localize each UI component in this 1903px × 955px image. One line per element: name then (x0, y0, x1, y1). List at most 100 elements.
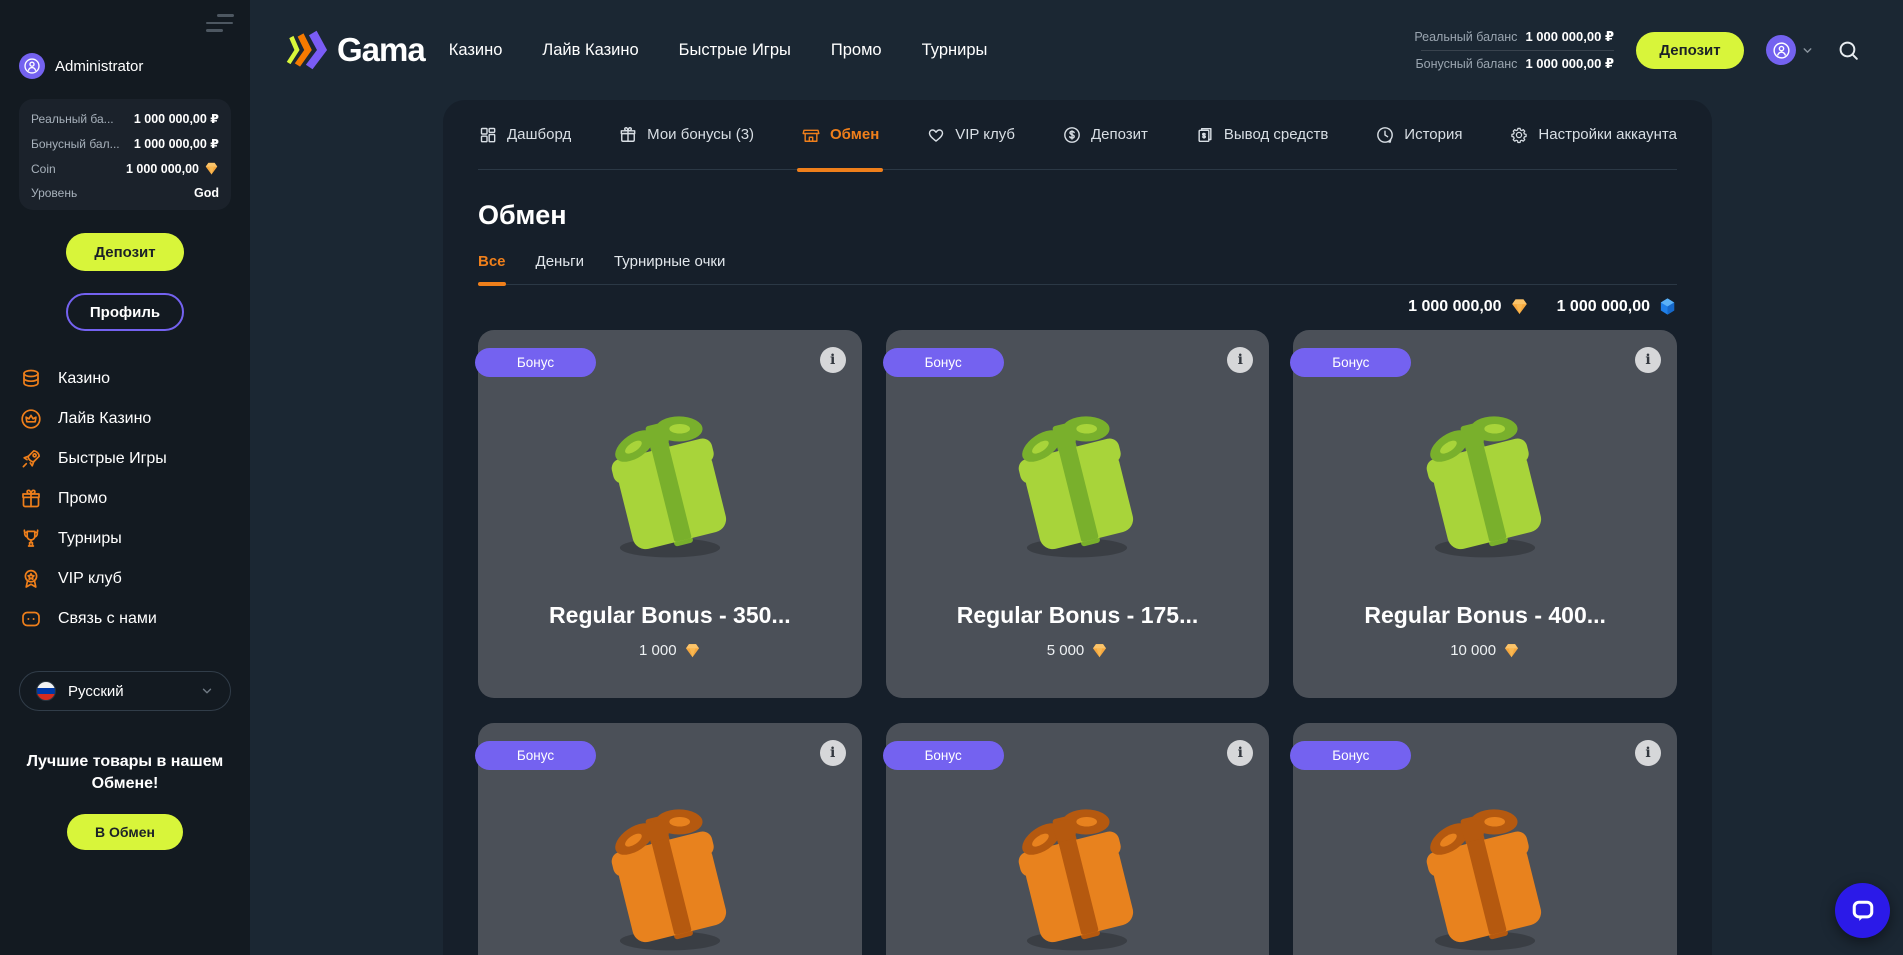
history-icon (1375, 125, 1395, 145)
tab-label: Вывод средств (1224, 126, 1328, 143)
bonus-card[interactable]: Бонус i (478, 723, 862, 955)
info-icon[interactable]: i (1227, 347, 1253, 373)
tab-label: Дашборд (507, 126, 571, 143)
bonus-price: 5 000 (1047, 642, 1109, 659)
orange-gem-icon (684, 642, 701, 659)
tab-withdraw[interactable]: Вывод средств (1195, 100, 1328, 170)
search-icon[interactable] (1836, 37, 1862, 63)
gift-box-image (1401, 402, 1569, 564)
tab-heart[interactable]: VIP клуб (926, 100, 1015, 170)
real-balance-row: Реальный баланс 1 000 000,00 ₽ (1414, 29, 1614, 45)
dashboard-icon (478, 125, 498, 145)
bonus-card[interactable]: Бонус i Regular Bonus - 350... (478, 330, 862, 698)
gift-box-image (993, 402, 1161, 564)
tab-coin[interactable]: Депозит (1062, 100, 1148, 170)
header-nav-link[interactable]: Казино (449, 41, 503, 60)
gift-box-image (1401, 795, 1569, 955)
bonus-card[interactable]: Бонус i (886, 723, 1270, 955)
bonus-card[interactable]: Бонус i Regular Bonus - 400... (1293, 330, 1677, 698)
sidebar-item-vip-medal[interactable]: VIP клуб (19, 559, 231, 599)
sidebar: Administrator Реальный ба... 1 000 000,00… (0, 0, 250, 955)
header-nav-link[interactable]: Промо (831, 41, 882, 60)
tab-shop[interactable]: Обмен (801, 100, 879, 170)
balance-row: Реальный ба... 1 000 000,00 ₽ (31, 111, 219, 126)
main-area: Gama Казино Лайв Казино Быстрые Игры Промо Т… (250, 0, 1903, 955)
sidebar-item-label: Связь с нами (58, 610, 157, 628)
sidebar-item-label: Промо (58, 490, 107, 508)
info-icon[interactable]: i (1227, 740, 1253, 766)
tab-gear[interactable]: Настройки аккаунта (1509, 100, 1677, 170)
balance-value: 1 000 000,00 ₽ (134, 111, 219, 126)
header-nav-link[interactable]: Лайв Казино (542, 41, 638, 60)
bonus-price: 1 000 (639, 642, 701, 659)
header-nav-link[interactable]: Турниры (922, 41, 988, 60)
tab-label: Обмен (830, 126, 879, 143)
to-exchange-button[interactable]: В Обмен (67, 814, 183, 850)
info-icon[interactable]: i (1635, 740, 1661, 766)
trophy-icon (19, 527, 43, 551)
exchange-balance-value: 1 000 000,00 (1408, 298, 1501, 316)
header-nav-link[interactable]: Быстрые Игры (679, 41, 791, 60)
sidebar-item-live-casino[interactable]: Лайв Казино (19, 399, 231, 439)
bonus-badge: Бонус (883, 741, 1004, 770)
account-tabbar: Дашборд Мои бонусы (3) Обмен VIP клуб Депози… (478, 100, 1677, 170)
shop-icon (801, 125, 821, 145)
sidebar-item-label: Быстрые Игры (58, 450, 167, 468)
chat-widget-button[interactable] (1835, 883, 1890, 938)
bonus-card[interactable]: Бонус i (1293, 723, 1677, 955)
menu-hamburger-icon[interactable] (206, 14, 234, 32)
balance-divider (1421, 50, 1614, 51)
balance-value: 1 000 000,00 (126, 161, 219, 176)
filter-tab[interactable]: Турнирные очки (614, 253, 725, 284)
profile-button[interactable]: Профиль (66, 293, 184, 331)
info-icon[interactable]: i (820, 347, 846, 373)
account-panel: Дашборд Мои бонусы (3) Обмен VIP клуб Депози… (443, 100, 1712, 955)
balance-label: Coin (31, 162, 56, 176)
gift-icon (618, 125, 638, 145)
account-menu[interactable] (1766, 35, 1814, 65)
info-icon[interactable]: i (1635, 347, 1661, 373)
sidebar-item-rocket[interactable]: Быстрые Игры (19, 439, 231, 479)
balance-value: 1 000 000,00 ₽ (134, 136, 219, 151)
sidebar-item-trophy[interactable]: Турниры (19, 519, 231, 559)
gift-box-image (586, 402, 754, 564)
blue-gem-icon (1658, 297, 1677, 316)
balance-card: Реальный ба...1 000 000,00 ₽Бонусный бал… (19, 99, 231, 210)
tab-label: Мои бонусы (3) (647, 126, 754, 143)
coins-icon (19, 367, 43, 391)
chat-icon (19, 607, 43, 631)
deposit-button[interactable]: Депозит (66, 233, 184, 271)
exchange-balance-value: 1 000 000,00 (1557, 298, 1650, 316)
exchange-filters: Все Деньги Турнирные очки (478, 253, 1677, 285)
tab-history[interactable]: История (1375, 100, 1462, 170)
coin-icon (1062, 125, 1082, 145)
russian-flag-icon (36, 681, 56, 701)
bonus-card[interactable]: Бонус i Regular Bonus - 175... (886, 330, 1270, 698)
header-deposit-button[interactable]: Депозит (1636, 32, 1744, 69)
sidebar-item-gift[interactable]: Промо (19, 479, 231, 519)
chevron-down-icon (1801, 44, 1814, 57)
bonus-title: Regular Bonus - 350... (549, 602, 791, 629)
brand-logo[interactable]: Gama (287, 29, 425, 71)
bonus-badge: Бонус (475, 348, 596, 377)
tab-dashboard[interactable]: Дашборд (478, 100, 571, 170)
tab-gift[interactable]: Мои бонусы (3) (618, 100, 754, 170)
tab-label: VIP клуб (955, 126, 1015, 143)
filter-tab[interactable]: Все (478, 253, 506, 284)
sidebar-item-coins[interactable]: Казино (19, 359, 231, 399)
user-row[interactable]: Administrator (19, 53, 231, 79)
orange-gem-icon (204, 161, 219, 176)
exchange-balance: 1 000 000,00 (1408, 297, 1528, 316)
info-icon[interactable]: i (820, 740, 846, 766)
language-select[interactable]: Русский (19, 671, 231, 711)
filter-tab[interactable]: Деньги (536, 253, 584, 284)
sidebar-item-label: Турниры (58, 530, 122, 548)
chat-bubble-icon (1849, 897, 1877, 925)
gift-box-image (586, 795, 754, 955)
sidebar-item-chat[interactable]: Связь с нами (19, 599, 231, 639)
vip-medal-icon (19, 567, 43, 591)
balance-value: God (194, 186, 219, 200)
balance-label: Реальный ба... (31, 112, 114, 126)
tab-label: История (1404, 126, 1462, 143)
bonus-badge: Бонус (475, 741, 596, 770)
